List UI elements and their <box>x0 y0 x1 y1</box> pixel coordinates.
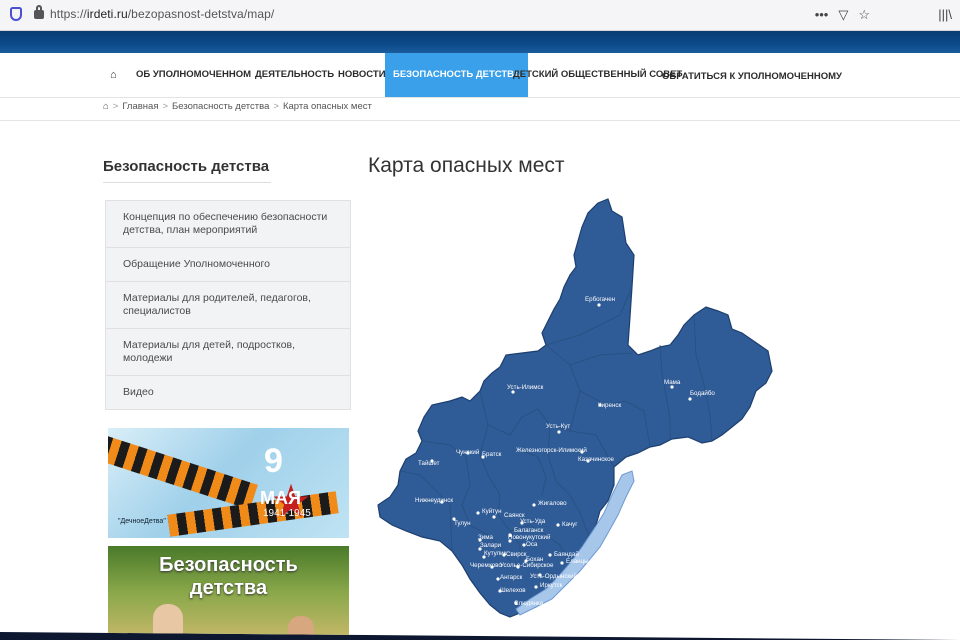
lock-icon[interactable] <box>34 5 44 19</box>
sidebar-item-concept[interactable]: Концепция по обеспечению безопасности де… <box>106 201 350 248</box>
banner-title: Безопасность детства <box>108 554 349 600</box>
url-host: irdeti.ru <box>86 7 128 21</box>
breadcrumb-section[interactable]: Безопасность детства <box>172 101 269 112</box>
map-label: Свирск <box>506 551 527 558</box>
banner-years: 1941-1945 <box>263 508 311 519</box>
map-label: Усть-Кут <box>546 423 570 430</box>
map-label: Ангарск <box>500 574 523 581</box>
banner-title-line1: Безопасность <box>159 554 298 576</box>
library-icon[interactable]: |||\ <box>938 7 952 22</box>
url-path: /bezopasnost-detstva/map/ <box>127 7 275 21</box>
map-label: Новонукутский <box>508 534 551 541</box>
banner-day: 9 <box>264 442 283 480</box>
map-label: Тулун <box>454 520 471 527</box>
map-label: Мама <box>664 379 681 386</box>
map-marker <box>557 430 561 434</box>
sidebar-item-children-materials[interactable]: Материалы для детей, подростков, молодеж… <box>106 329 350 376</box>
map-label: Оса <box>526 541 538 548</box>
map-label: Нижнеудинск <box>415 497 453 504</box>
map-label: Ербогачен <box>585 296 615 303</box>
map-label: Кутулик <box>484 550 507 557</box>
sidebar-title: Безопасность детства <box>103 158 270 175</box>
map-label: Киренск <box>598 402 621 409</box>
pocket-icon[interactable]: ▽ <box>838 7 848 23</box>
address-tools: ••• ▽ ☆ <box>815 7 870 23</box>
map-marker <box>492 515 496 519</box>
breadcrumb-separator: > <box>112 101 119 112</box>
nav-item-activity[interactable]: ДЕЯТЕЛЬНОСТЬ <box>255 53 334 97</box>
url-scheme: https:// <box>50 7 87 21</box>
banner-title-line2: детства <box>189 577 268 599</box>
map-label: Бодайбо <box>690 390 715 397</box>
home-icon[interactable]: ⌂ <box>103 101 109 112</box>
home-icon[interactable]: ⌂ <box>110 53 117 97</box>
map-marker <box>597 303 601 307</box>
map-marker <box>688 397 692 401</box>
nav-item-children-council[interactable]: ДЕТСКИЙ ОБЩЕСТВЕННЫЙ СОВЕТ <box>513 53 682 97</box>
sidebar-item-video[interactable]: Видео <box>106 376 350 409</box>
nav-item-about[interactable]: ОБ УПОЛНОМОЧЕННОМ <box>136 53 251 97</box>
map-label: Иркутск <box>540 582 563 589</box>
banner-person <box>153 604 183 640</box>
map-label: Залари <box>480 542 502 549</box>
main-navigation: ⌂ ОБ УПОЛНОМОЧЕННОМ ДЕЯТЕЛЬНОСТЬ НОВОСТИ… <box>0 53 960 98</box>
map-marker <box>534 585 538 589</box>
dangerous-places-map[interactable]: Ербогачен Мама Бодайбо Усть-Илимск Кирен… <box>370 195 790 625</box>
map-label: Бохан <box>526 556 543 563</box>
banner-signature: "ДечноеДетва" <box>118 518 166 525</box>
map-label: Балаганск <box>514 527 544 534</box>
divider <box>103 182 271 183</box>
map-label: Чунский <box>456 449 480 456</box>
map-label: Усть-Илимск <box>507 384 544 391</box>
more-icon[interactable]: ••• <box>815 7 829 23</box>
sidebar-item-appeal[interactable]: Обращение Уполномоченного <box>106 248 350 282</box>
nav-item-child-safety[interactable]: БЕЗОПАСНОСТЬ ДЕТСТВА <box>385 53 529 97</box>
map-label: Братск <box>482 451 502 458</box>
browser-url-bar: https://irdeti.ru/bezopasnost-detstva/ma… <box>0 0 960 31</box>
breadcrumb-current: Карта опасных мест <box>282 101 372 112</box>
map-marker <box>476 511 480 515</box>
map-label: Качуг <box>562 521 578 528</box>
breadcrumb: ⌂ > Главная > Безопасность детства > Кар… <box>103 101 372 112</box>
map-label: Слюдянка <box>514 600 544 607</box>
banner-person <box>288 616 314 640</box>
site-header-band <box>0 31 960 53</box>
banner-month: МАЯ <box>260 488 301 508</box>
sidebar-menu: Концепция по обеспечению безопасности де… <box>105 200 351 410</box>
map-label: Тайшет <box>418 460 440 467</box>
breadcrumb-separator: > <box>162 101 169 112</box>
breadcrumb-separator: > <box>273 101 279 112</box>
map-marker <box>556 523 560 527</box>
map-label: Черемхово <box>470 562 502 569</box>
page-title: Карта опасных мест <box>368 154 565 177</box>
map-marker <box>532 503 536 507</box>
bookmark-star-icon[interactable]: ☆ <box>858 7 870 23</box>
address-field[interactable]: https://irdeti.ru/bezopasnost-detstva/ma… <box>50 7 274 21</box>
victory-day-banner[interactable]: ★ 9 МАЯ 1941-1945 "ДечноеДетва" <box>108 428 349 538</box>
map-label: Казачинское <box>578 456 615 463</box>
nav-item-news[interactable]: НОВОСТИ <box>338 53 386 97</box>
child-safety-banner[interactable]: Безопасность детства <box>108 546 349 640</box>
nav-item-contact[interactable]: ОБРАТИТЬСЯ К УПОЛНОМОЧЕННОМУ <box>662 55 842 99</box>
map-label: Шелехов <box>500 587 526 594</box>
map-label: Зима <box>478 534 493 541</box>
st-george-ribbon <box>108 432 258 510</box>
map-label: Куйтун <box>482 508 502 515</box>
breadcrumb-home[interactable]: Главная <box>122 101 158 112</box>
browser-screen: https://irdeti.ru/bezopasnost-detstva/ma… <box>0 0 960 640</box>
map-label: Баяндай <box>554 551 579 558</box>
map-label: Усолье-Сибирское <box>500 562 554 569</box>
map-marker <box>560 561 564 565</box>
map-marker <box>548 553 552 557</box>
map-label: Железногорск-Илимский <box>516 447 587 454</box>
sidebar-item-parents-materials[interactable]: Материалы для родителей, педагогов, спец… <box>106 282 350 329</box>
map-label: Жигалово <box>538 500 567 507</box>
tracking-shield-icon[interactable] <box>10 7 22 21</box>
map-label: Еланцы <box>566 558 589 565</box>
map-label: Усть-Уда <box>520 518 546 525</box>
divider <box>0 120 960 121</box>
map-label: Усть-Ордынский <box>530 573 578 580</box>
